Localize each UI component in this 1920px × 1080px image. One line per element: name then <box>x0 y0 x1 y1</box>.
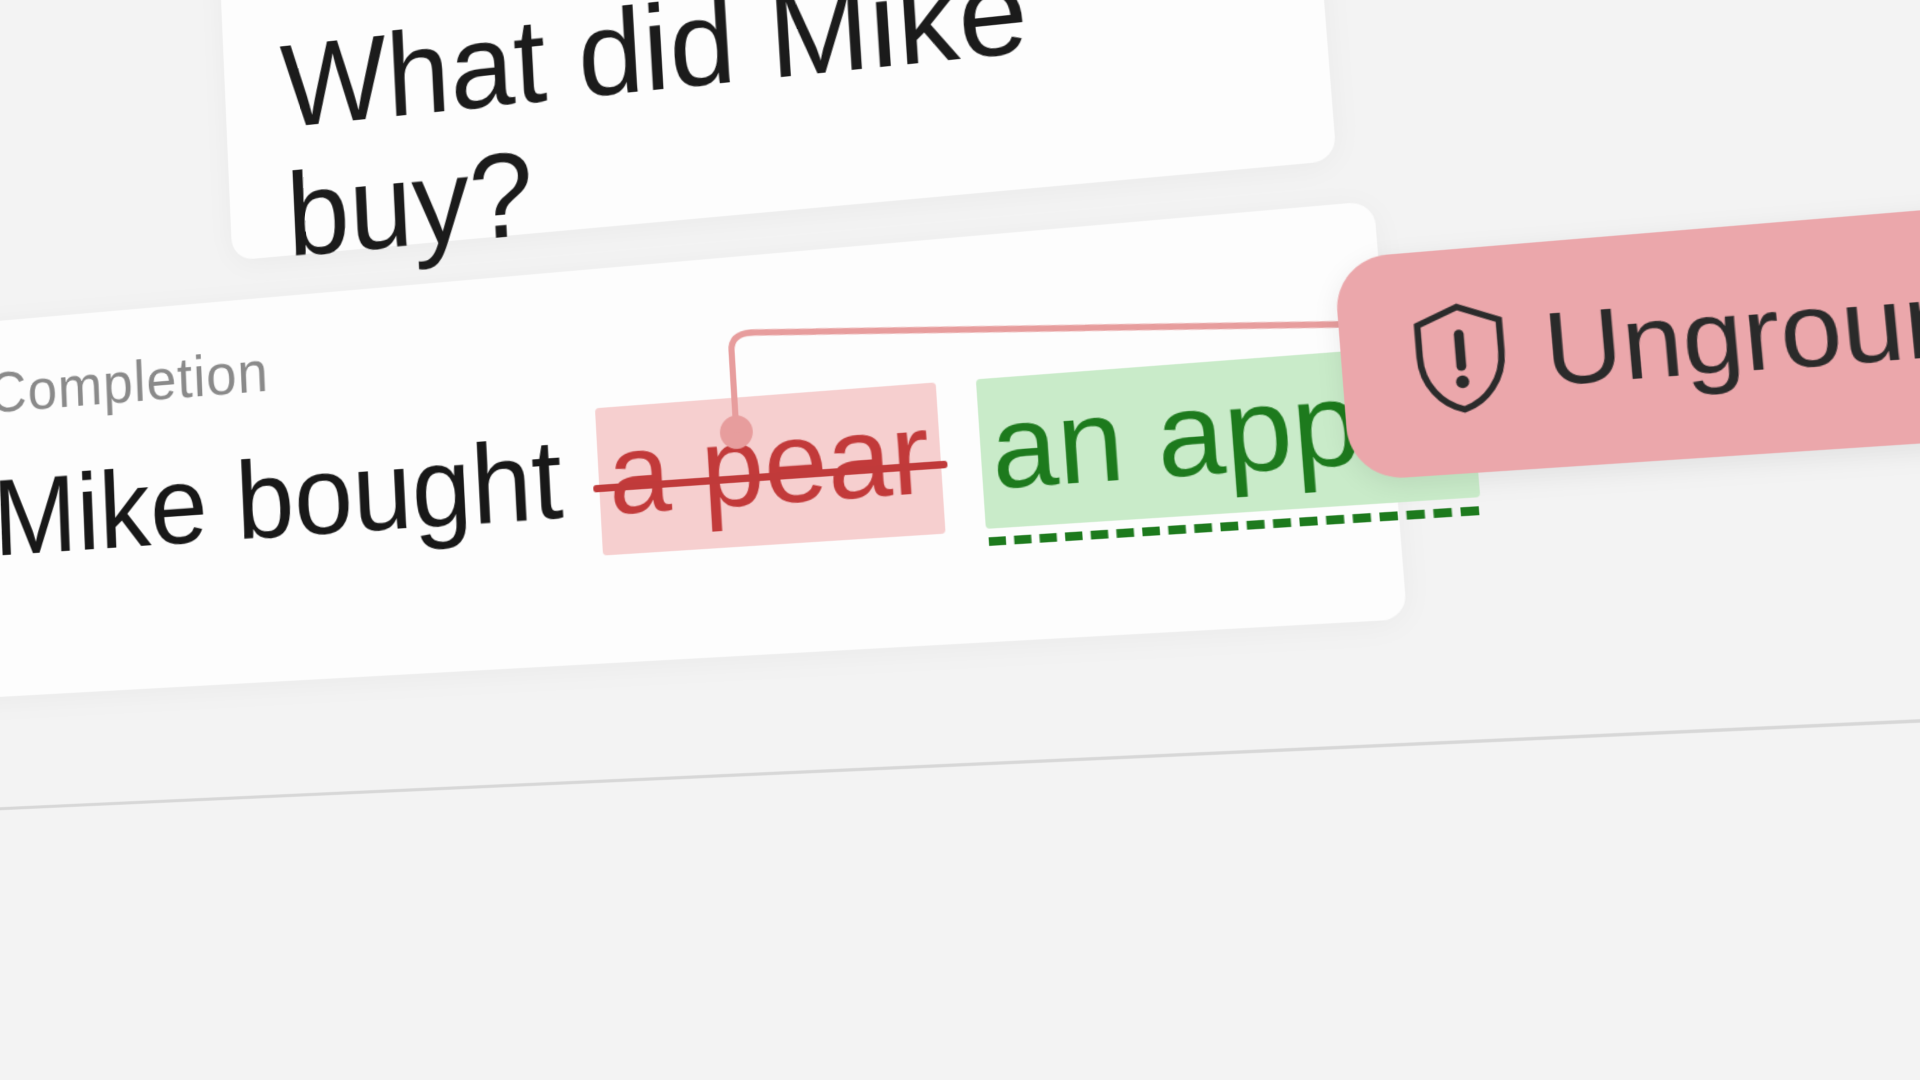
completion-prefix: Mike bought <box>0 411 566 584</box>
completion-card: Completion Mike bought a pear an apple <box>0 201 1407 699</box>
section-divider <box>0 693 1920 816</box>
removed-text[interactable]: a pear <box>595 382 946 555</box>
ungroundedness-badge[interactable]: Ungroundedness <box>1333 168 1920 481</box>
badge-label: Ungroundedness <box>1540 225 1920 410</box>
shield-warning-icon <box>1405 298 1517 416</box>
